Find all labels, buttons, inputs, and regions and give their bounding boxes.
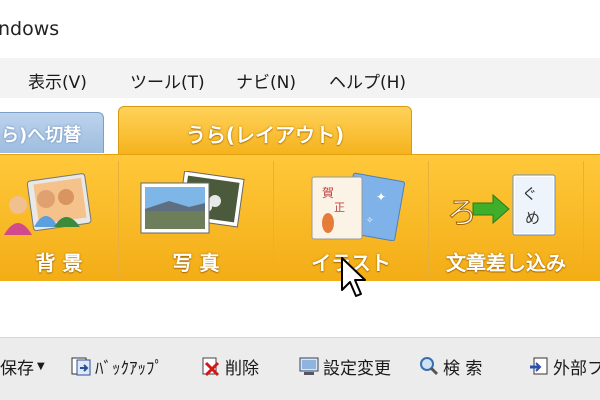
svg-text:✦: ✦ [376,190,386,204]
menu-view[interactable]: 表示(V) [24,66,91,95]
tab-strip: ら)へ切替 うら(レイアウト) [0,98,600,155]
tab-switch-front[interactable]: ら)へ切替 [0,112,104,153]
menu-tools[interactable]: ツール(T) [126,66,209,95]
tab-switch-front-label: ら)へ切替 [1,125,82,146]
photos-icon [140,171,245,234]
tab-back-layout[interactable]: うら(レイアウト) [118,106,412,155]
text-insert-icon: ぐ め ろ [447,174,556,236]
delete-button[interactable]: 削除 [200,352,259,380]
svg-text:め: め [525,209,540,227]
search-icon [420,357,439,376]
settings-change-button[interactable]: 設定変更 [298,352,391,380]
ribbon-text-insert-button[interactable]: ぐ め ろ 文章差し込み [429,161,584,277]
window-title: ndows [0,18,60,40]
svg-text:賀: 賀 [322,186,334,200]
ribbon-background-label: 背 景 [35,251,83,275]
ribbon-background-button[interactable]: 背 景 [0,161,119,277]
chevron-down-icon[interactable]: ▼ [37,361,45,372]
external-label: 外部フ [553,358,600,379]
svg-text:✧: ✧ [366,216,374,226]
backup-label: ﾊﾞｯｸｱｯﾌﾟ [95,358,163,379]
save-button[interactable]: 保存 ▼ [0,352,45,380]
ribbon: 背 景 写 真 ✦ ✧ 賀 正 イラスト ぐ め ろ 文章差し込み [0,154,600,282]
delete-icon [202,357,220,377]
ribbon-next-button[interactable] [584,161,600,277]
backup-button[interactable]: ﾊﾞｯｸｱｯﾌﾟ [70,352,163,380]
svg-text:正: 正 [334,201,345,214]
content-area [0,281,600,338]
save-label: 保存 [0,358,34,379]
backup-icon [71,357,91,376]
menu-help[interactable]: ヘルプ(H) [325,66,410,95]
ribbon-text-insert-label: 文章差し込み [446,251,566,275]
svg-text:ぐ: ぐ [522,185,537,203]
bottom-toolbar: 保存 ▼ ﾊﾞｯｸｱｯﾌﾟ 削除 設定変更 検 索 外部フ [0,338,600,400]
ribbon-photos-label: 写 真 [172,251,220,275]
settings-change-icon [299,357,319,375]
mouse-cursor-icon [341,257,366,297]
illustration-icon: ✦ ✧ 賀 正 [311,172,405,241]
delete-label: 削除 [225,358,259,379]
search-label: 検 索 [443,358,483,379]
svg-text:ろ: ろ [447,196,477,231]
settings-change-label: 設定変更 [323,358,391,379]
title-bar: ndows [0,0,600,58]
search-button[interactable]: 検 索 [418,352,482,380]
external-icon [530,357,548,375]
background-photo-icon [4,173,92,235]
ribbon-photos-button[interactable]: 写 真 [119,161,274,277]
tab-back-layout-label: うら(レイアウト) [185,123,345,147]
external-button[interactable]: 外部フ [528,352,600,380]
menu-navi[interactable]: ナビ(N) [232,66,300,95]
menu-bar: 表示(V) ツール(T) ナビ(N) ヘルプ(H) [0,58,600,98]
